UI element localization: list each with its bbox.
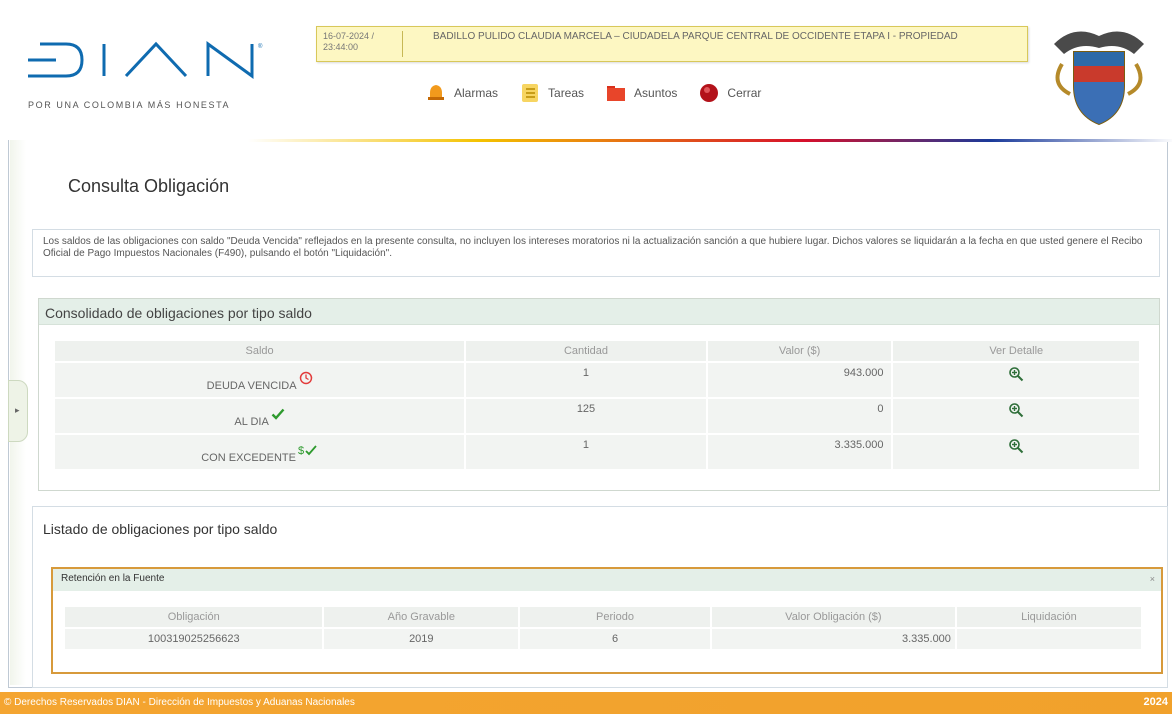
page-title: Consulta Obligación xyxy=(68,176,230,196)
col-obligacion: Obligación xyxy=(65,607,323,627)
zoom-in-icon[interactable] xyxy=(1008,366,1024,382)
ver-detalle-cell xyxy=(893,435,1139,469)
anio-cell: 2019 xyxy=(324,629,519,649)
consolidado-panel: Consolidado de obligaciones por tipo sal… xyxy=(38,298,1160,491)
saldo-cell: DEUDA VENCIDA xyxy=(55,363,465,397)
money-check-icon: $ xyxy=(298,445,317,457)
user-name: BADILLO PULIDO CLAUDIA MARCELA – CIUDADE… xyxy=(433,31,958,42)
valor-cell: 943.000 xyxy=(707,363,892,397)
logo-tagline: POR UNA COLOMBIA MÁS HONESTA xyxy=(28,100,231,110)
footer-year: 2024 xyxy=(1143,696,1168,708)
asuntos-label: Asuntos xyxy=(634,86,678,100)
chevron-right-icon: ▸ xyxy=(15,405,20,415)
check-icon xyxy=(271,408,285,420)
svg-text:$: $ xyxy=(298,445,304,457)
col-saldo: Saldo xyxy=(55,341,465,361)
zoom-in-icon[interactable] xyxy=(1008,402,1024,418)
sidebar-toggle[interactable]: ▸ xyxy=(8,380,28,442)
col-liquidacion: Liquidación xyxy=(956,607,1141,627)
retencion-group: Retención en la Fuente × Obligación Año … xyxy=(51,567,1163,674)
valor-cell: 3.335.000 xyxy=(707,435,892,469)
obligaciones-table: Obligación Año Gravable Periodo Valor Ob… xyxy=(63,605,1143,651)
col-periodo: Periodo xyxy=(520,607,710,627)
ver-detalle-cell xyxy=(893,363,1139,397)
valor-cell: 0 xyxy=(707,399,892,433)
saldo-cell: CON EXCEDENTE $ xyxy=(55,435,465,469)
col-anio-gravable: Año Gravable xyxy=(324,607,519,627)
svg-text:®: ® xyxy=(258,43,263,50)
table-row: CON EXCEDENTE $ 1 3.335.000 xyxy=(55,435,1139,469)
saldo-label: CON EXCEDENTE xyxy=(201,452,296,464)
dian-logo: ® POR UNA COLOMBIA MÁS HONESTA xyxy=(26,38,296,118)
consolidado-title: Consolidado de obligaciones por tipo sal… xyxy=(39,299,1159,325)
cantidad-cell: 1 xyxy=(466,363,706,397)
task-list-icon xyxy=(522,84,539,102)
collapse-icon[interactable]: × xyxy=(1150,574,1155,584)
ver-detalle-cell xyxy=(893,399,1139,433)
table-row: AL DIA 125 0 xyxy=(55,399,1139,433)
retencion-group-header: Retención en la Fuente × xyxy=(53,569,1161,591)
close-circle-icon xyxy=(700,84,719,102)
asuntos-button[interactable]: Asuntos xyxy=(606,83,677,103)
alarmas-button[interactable]: Alarmas xyxy=(426,83,498,103)
consolidado-table: Saldo Cantidad Valor ($) Ver Detalle DEU… xyxy=(53,339,1141,471)
liquidacion-cell[interactable] xyxy=(956,629,1141,649)
saldo-label: AL DIA xyxy=(234,416,269,428)
cantidad-cell: 1 xyxy=(466,435,706,469)
tareas-button[interactable]: Tareas xyxy=(520,83,584,103)
bell-icon xyxy=(428,85,444,100)
cerrar-button[interactable]: Cerrar xyxy=(699,83,761,103)
dian-logo-mark: ® xyxy=(28,41,263,79)
periodo-cell: 6 xyxy=(520,629,710,649)
header-divider xyxy=(248,139,1172,142)
clock-icon xyxy=(299,371,312,385)
cantidad-cell: 125 xyxy=(466,399,706,433)
footer: © Derechos Reservados DIAN - Dirección d… xyxy=(0,692,1172,714)
listado-panel: Listado de obligaciones por tipo saldo R… xyxy=(32,506,1168,688)
saldo-cell: AL DIA xyxy=(55,399,465,433)
col-ver-detalle: Ver Detalle xyxy=(893,341,1139,361)
valor-obligacion-cell: 3.335.000 xyxy=(711,629,955,649)
folder-icon xyxy=(607,86,626,101)
saldo-label: DEUDA VENCIDA xyxy=(206,380,297,392)
obligacion-cell: 100319025256623 xyxy=(65,629,323,649)
alarmas-label: Alarmas xyxy=(454,86,499,100)
table-row: DEUDA VENCIDA 1 943.000 xyxy=(55,363,1139,397)
header: ® POR UNA COLOMBIA MÁS HONESTA 16-07-202… xyxy=(8,8,1172,142)
notice-text: Los saldos de las obligaciones con saldo… xyxy=(32,229,1160,277)
listado-title: Listado de obligaciones por tipo saldo xyxy=(43,521,278,537)
zoom-in-icon[interactable] xyxy=(1008,438,1024,454)
col-cantidad: Cantidad xyxy=(466,341,706,361)
session-datetime: 16-07-2024 / 23:44:00 xyxy=(323,31,403,57)
toolbar: Alarmas Tareas Asuntos Cerrar xyxy=(426,80,783,106)
table-row: 100319025256623 2019 6 3.335.000 xyxy=(65,629,1141,649)
retencion-group-title: Retención en la Fuente xyxy=(61,573,165,584)
tareas-label: Tareas xyxy=(548,86,585,100)
cerrar-label: Cerrar xyxy=(727,86,762,100)
user-info-bar: 16-07-2024 / 23:44:00 BADILLO PULIDO CLA… xyxy=(316,26,1028,62)
colombia-coat-of-arms-icon xyxy=(1054,31,1144,126)
col-valor: Valor ($) xyxy=(707,341,892,361)
footer-copyright: © Derechos Reservados DIAN - Dirección d… xyxy=(4,697,355,708)
col-valor-obligacion: Valor Obligación ($) xyxy=(711,607,955,627)
